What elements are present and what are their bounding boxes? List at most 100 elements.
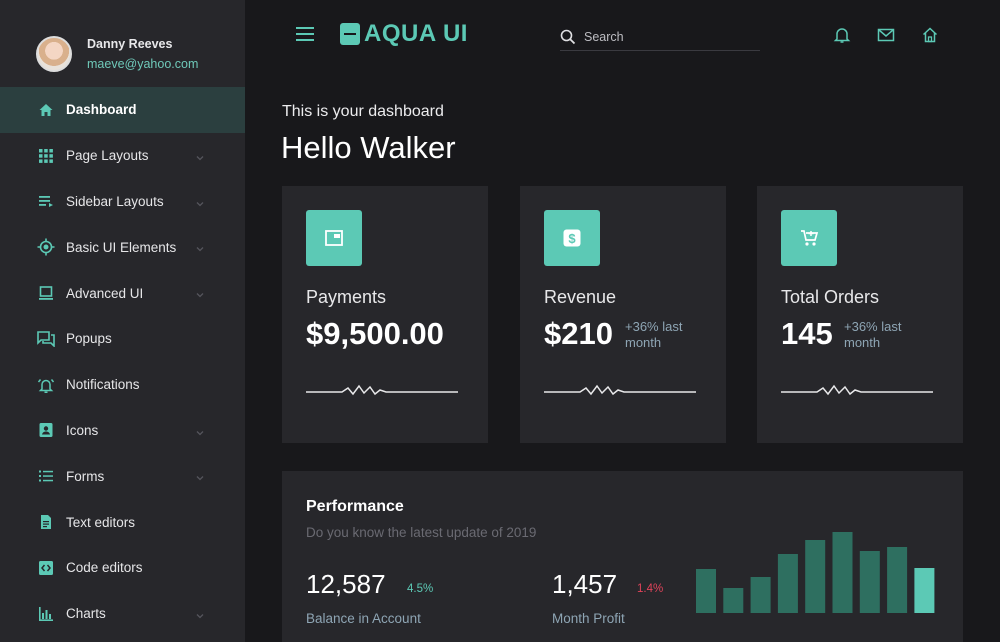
contact-icon bbox=[37, 421, 55, 439]
document-icon bbox=[37, 513, 55, 531]
chart-bar bbox=[887, 547, 908, 613]
performance-bar-chart bbox=[696, 532, 935, 613]
target-icon bbox=[37, 238, 55, 256]
payments-card[interactable]: Payments $9,500.00 bbox=[282, 186, 488, 443]
logo-icon bbox=[340, 23, 360, 45]
chart-bar bbox=[696, 569, 716, 613]
sidebar-item-sidebar-layouts[interactable]: Sidebar Layouts bbox=[0, 179, 245, 225]
sidebar-item-forms[interactable]: Forms bbox=[0, 453, 245, 499]
chat-icon bbox=[37, 330, 55, 348]
card-value: $210 bbox=[544, 316, 613, 351]
chevron-down-icon[interactable] bbox=[195, 150, 205, 161]
chevron-down-icon[interactable] bbox=[195, 470, 205, 481]
orders-card[interactable]: Total Orders 145 +36% last month bbox=[757, 186, 963, 443]
bell-icon[interactable] bbox=[833, 26, 851, 44]
sidebar-nav: Dashboard Page Layouts Sidebar Layouts Basi… bbox=[0, 87, 245, 637]
bullet-list-icon bbox=[37, 467, 55, 485]
sparkline bbox=[544, 384, 696, 396]
card-change: +36% last month bbox=[844, 319, 902, 350]
bell-ring-icon bbox=[37, 376, 55, 394]
card-label: Payments bbox=[306, 287, 387, 307]
top-icons bbox=[833, 26, 965, 44]
logo[interactable]: AQUA UI bbox=[340, 20, 468, 48]
sidebar-item-label: Basic UI Elements bbox=[66, 239, 177, 255]
chart-bar bbox=[914, 568, 935, 613]
chart-bar bbox=[750, 577, 771, 613]
sidebar-item-icons[interactable]: Icons bbox=[0, 408, 245, 454]
profit-value: 1,457 bbox=[552, 569, 618, 599]
balance-label: Balance in Account bbox=[306, 611, 421, 626]
sidebar-item-basic-ui-elements[interactable]: Basic UI Elements bbox=[0, 224, 245, 270]
grid-icon bbox=[37, 147, 55, 165]
mail-icon[interactable] bbox=[877, 26, 895, 44]
sidebar-item-charts[interactable]: Charts bbox=[0, 591, 245, 637]
card-change: +36% last month bbox=[625, 319, 683, 350]
bar-chart-icon bbox=[37, 605, 55, 623]
page-title: Hello Walker bbox=[281, 130, 456, 165]
sidebar-item-label: Forms bbox=[66, 468, 105, 484]
search-input[interactable] bbox=[584, 29, 744, 44]
home-icon[interactable] bbox=[921, 26, 939, 44]
card-value: $9,500.00 bbox=[306, 316, 444, 351]
sparkline bbox=[306, 384, 458, 396]
profit-pct: 1.4% bbox=[637, 583, 664, 595]
sidebar-item-label: Sidebar Layouts bbox=[66, 193, 164, 209]
chevron-down-icon[interactable] bbox=[195, 425, 205, 435]
sidebar-item-page-layouts[interactable]: Page Layouts bbox=[0, 133, 245, 179]
home-icon bbox=[37, 101, 55, 119]
sidebar-item-label: Text editors bbox=[66, 514, 136, 530]
performance-title: Performance bbox=[306, 498, 404, 515]
chevron-down-icon[interactable] bbox=[195, 608, 205, 619]
profile-name: Danny Reeves bbox=[87, 37, 173, 51]
balance-value: 12,587 bbox=[306, 569, 386, 599]
wallet-icon bbox=[306, 210, 362, 266]
page-subtitle: This is your dashboard bbox=[282, 103, 444, 120]
sidebar-item-label: Popups bbox=[66, 331, 112, 347]
chevron-down-icon[interactable] bbox=[195, 241, 205, 252]
avatar[interactable] bbox=[36, 36, 72, 72]
search-icon[interactable] bbox=[560, 29, 576, 45]
dollar-icon: $ bbox=[544, 210, 600, 266]
profit-label: Month Profit bbox=[552, 611, 625, 626]
sidebar-item-label: Advanced UI bbox=[66, 285, 144, 301]
chart-bar bbox=[723, 588, 744, 613]
card-label: Total Orders bbox=[781, 287, 880, 307]
sidebar-item-label: Page Layouts bbox=[66, 148, 149, 164]
sidebar-item-label: Dashboard bbox=[66, 102, 137, 118]
chart-bar bbox=[777, 554, 798, 613]
sidebar-item-notifications[interactable]: Notifications bbox=[0, 362, 245, 408]
list-icon bbox=[37, 192, 55, 210]
sidebar-item-dashboard[interactable]: Dashboard bbox=[0, 87, 245, 133]
sparkline bbox=[781, 384, 933, 396]
sidebar-item-advanced-ui[interactable]: Advanced UI bbox=[0, 270, 245, 316]
sidebar-item-label: Charts bbox=[66, 606, 106, 622]
topbar: AQUA UI bbox=[245, 0, 1000, 70]
logo-text: AQUA UI bbox=[364, 20, 468, 47]
card-label: Revenue bbox=[544, 287, 617, 307]
chevron-down-icon[interactable] bbox=[195, 287, 205, 298]
performance-subtitle: Do you know the latest update of 2019 bbox=[306, 525, 537, 540]
sidebar-item-popups[interactable]: Popups bbox=[0, 316, 245, 362]
menu-icon[interactable] bbox=[296, 27, 314, 43]
code-icon bbox=[37, 559, 55, 577]
sidebar-item-label: Code editors bbox=[66, 560, 143, 576]
chart-bar bbox=[832, 532, 853, 613]
svg-text:$: $ bbox=[568, 231, 576, 246]
performance-panel: Performance Do you know the latest updat… bbox=[282, 471, 963, 642]
sidebar: Danny Reeves maeve@yahoo.com Dashboard Pa… bbox=[0, 0, 245, 642]
laptop-icon bbox=[37, 284, 55, 302]
search-bar bbox=[560, 23, 760, 51]
chart-bar bbox=[859, 551, 880, 613]
chevron-down-icon[interactable] bbox=[195, 196, 205, 207]
card-value: 145 bbox=[781, 316, 833, 351]
profile-email: maeve@yahoo.com bbox=[87, 57, 199, 71]
revenue-card[interactable]: $ Revenue $210 +36% last month bbox=[520, 186, 726, 443]
profile: Danny Reeves maeve@yahoo.com bbox=[0, 0, 245, 87]
balance-pct: 4.5% bbox=[407, 583, 434, 595]
sidebar-item-text-editors[interactable]: Text editors bbox=[0, 499, 245, 545]
sidebar-item-label: Notifications bbox=[66, 377, 140, 393]
cart-icon bbox=[781, 210, 837, 266]
sidebar-item-label: Icons bbox=[66, 422, 99, 438]
chart-bar bbox=[805, 540, 826, 613]
sidebar-item-code-editors[interactable]: Code editors bbox=[0, 545, 245, 591]
